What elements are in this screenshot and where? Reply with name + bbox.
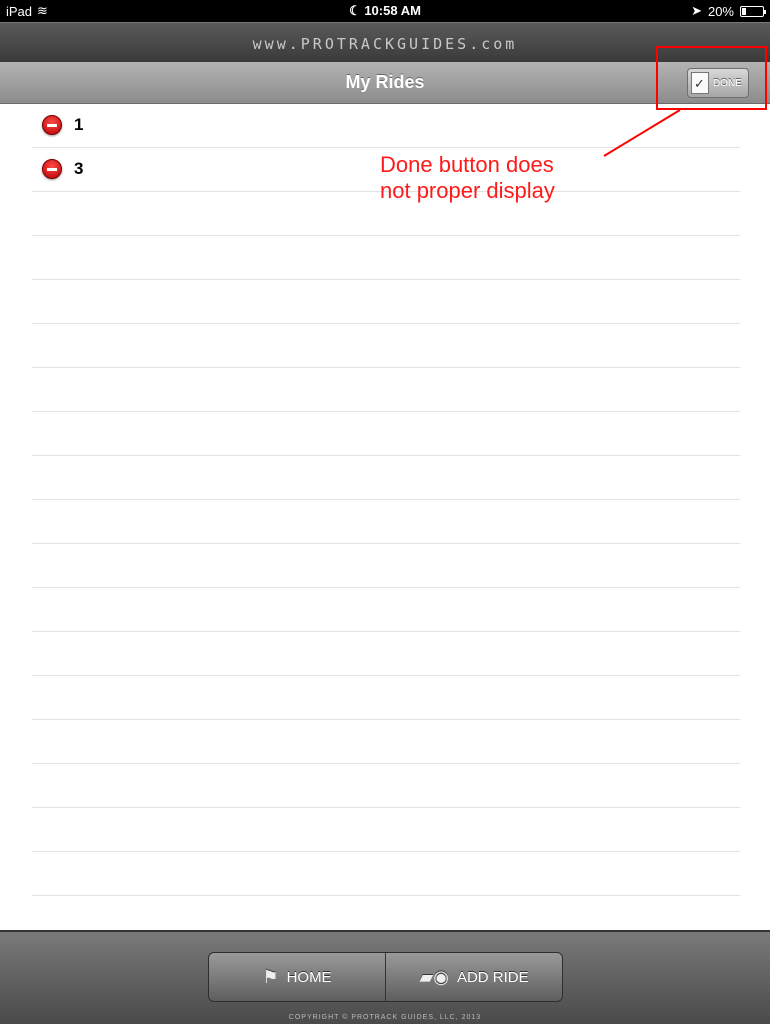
annotation-line-1: Done button does — [380, 152, 554, 177]
ride-label: 1 — [74, 115, 84, 134]
tab-bar: ⚑ HOME ▰◉ ADD RIDE COPYRIGHT © PROTRACK … — [0, 930, 770, 1024]
location-icon: ➤ — [691, 3, 702, 18]
ride-label: 3 — [74, 159, 84, 178]
annotation-line-2: not proper display — [380, 178, 555, 203]
motorcycle-trailer-icon: ▰◉ — [419, 966, 449, 987]
empty-row — [32, 324, 740, 368]
add-ride-tab-label: ADD RIDE — [456, 968, 529, 986]
empty-row — [32, 764, 740, 808]
done-button-label: DONE — [713, 77, 742, 89]
empty-row — [32, 368, 740, 412]
brand-logo: www.PROTRACKGUIDES.com — [252, 35, 518, 53]
empty-row — [32, 236, 740, 280]
empty-row — [32, 852, 740, 896]
copyright-text: COPYRIGHT © PROTRACK GUIDES, LLC, 2013 — [288, 1014, 482, 1021]
empty-row — [32, 544, 740, 588]
nav-bar: My Rides DONE — [0, 62, 770, 104]
delete-minus-icon[interactable] — [42, 159, 62, 179]
status-time: ☾ 10:58 AM — [349, 3, 421, 18]
empty-row — [32, 632, 740, 676]
status-right: ➤ 20% — [691, 3, 766, 19]
status-bar: iPad ≋ ☾ 10:58 AM ➤ 20% — [0, 0, 770, 22]
empty-row — [32, 412, 740, 456]
battery-percent: 20% — [707, 3, 734, 19]
home-tab[interactable]: ⚑ HOME — [209, 953, 385, 1001]
empty-row — [32, 808, 740, 852]
document-check-icon — [691, 72, 709, 94]
checkered-flag-icon: ⚑ — [262, 966, 279, 987]
ride-row[interactable]: 1 — [32, 104, 740, 148]
empty-row — [32, 280, 740, 324]
empty-row — [32, 720, 740, 764]
tab-group: ⚑ HOME ▰◉ ADD RIDE — [208, 952, 563, 1002]
empty-row — [32, 588, 740, 632]
delete-minus-icon[interactable] — [42, 115, 62, 135]
annotation-text: Done button does not proper display — [380, 152, 640, 204]
brand-bar: www.PROTRACKGUIDES.com — [0, 22, 770, 62]
done-button[interactable]: DONE — [687, 68, 749, 98]
empty-row — [32, 500, 740, 544]
empty-row — [32, 456, 740, 500]
home-tab-label: HOME — [286, 968, 332, 986]
add-ride-tab[interactable]: ▰◉ ADD RIDE — [385, 953, 562, 1001]
rides-list: 13 — [0, 104, 770, 930]
empty-row — [32, 676, 740, 720]
battery-icon — [740, 5, 766, 17]
page-title: My Rides — [345, 72, 425, 92]
